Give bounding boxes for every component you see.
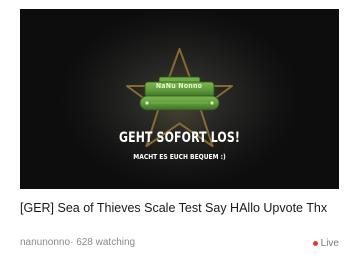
ribbon-dot-left: [145, 101, 149, 105]
thumbnail-banner-name: NaNu Nonno: [155, 82, 203, 90]
stream-thumbnail[interactable]: NaNu Nonno GEHT SOFORT LOS! MACHT ES EUC…: [20, 9, 339, 189]
stream-title[interactable]: [GER] Sea of Thieves Scale Test Say HAll…: [20, 201, 340, 215]
star-emblem-graphic: [126, 48, 233, 147]
stream-card: NaNu Nonno GEHT SOFORT LOS! MACHT ES EUC…: [0, 0, 360, 259]
stream-meta: nanunonno· 628 watching: [20, 237, 135, 248]
meta-separator: ·: [70, 237, 74, 248]
ribbon-dot-right: [210, 101, 214, 105]
thumbnail-subline: MACHT ES EUCH BEQUEM :): [133, 153, 226, 161]
viewer-count: 628 watching: [76, 237, 136, 248]
live-dot-icon: [312, 241, 318, 246]
live-label: Live: [320, 238, 339, 249]
thumbnail-headline: GEHT SOFORT LOS!: [118, 130, 241, 146]
live-indicator: Live: [312, 238, 339, 249]
channel-name-link[interactable]: nanunonno: [20, 237, 70, 248]
